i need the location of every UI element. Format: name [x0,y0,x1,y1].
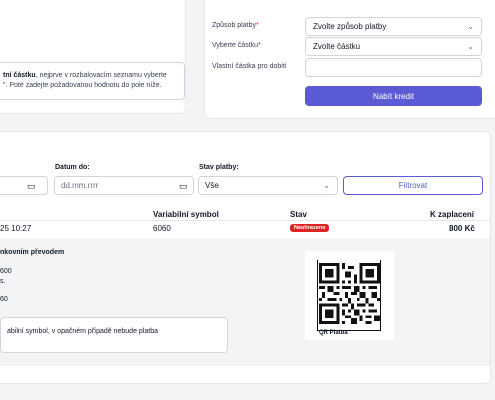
header-divider [0,220,491,221]
row-variable-symbol: 6060 [153,224,171,233]
detail-line-s: s. [0,278,6,285]
status-filter-label: Stav platby: [199,164,239,171]
qr-code-image [319,263,380,324]
payment-note: abilní symbol, v opačném případě nebude … [0,317,228,353]
qr-card: QR Platba [305,251,394,340]
detail-method-title: nkovním převodem [0,249,65,256]
payment-method-select[interactable]: Zvolte způsob platby ⌄ [305,17,482,36]
amount-label: Vyberte částku* [212,42,261,49]
status-filter-select[interactable]: Vše ⌄ [198,176,338,195]
calendar-icon[interactable]: ▭ [179,181,188,192]
detail-symbol: 60 [0,296,8,303]
amount-select[interactable]: Zvolte částku ⌄ [305,37,482,56]
info-line1: , nejprve v rozbalovacím seznamu vyberte [35,72,167,79]
charge-credit-button[interactable]: Nabít kredit [305,86,482,106]
date-from-input[interactable]: ▭ [0,176,48,195]
chevron-down-icon: ⌄ [467,42,474,51]
row-date: 25 10:27 [0,224,32,233]
status-badge: Neuhrazeno [290,224,330,232]
date-to-label: Datum do: [55,164,90,171]
calendar-icon[interactable]: ▭ [27,181,36,192]
chevron-down-icon: ⌄ [467,22,474,31]
payment-method-label: Způsob platby* [212,22,259,29]
detail-amount: 600 [0,268,12,275]
filter-button[interactable]: Filtrovat [343,176,483,195]
header-to-pay: K zaplacení [430,210,475,219]
header-status: Stav [290,210,307,219]
qr-label: QR Platba [319,330,348,336]
info-bold: tní částku [3,72,36,79]
chevron-down-icon: ⌄ [323,181,330,190]
header-variable-symbol: Variabilní symbol [153,210,219,219]
custom-amount-input[interactable] [305,58,482,77]
info-line2: ". Poté zadejte požadovanou hodnotu do p… [3,82,162,89]
payment-info-box: tní částku, nejprve v rozbalovacím sezna… [0,62,185,100]
row-to-pay: 800 Kč [449,224,475,233]
custom-amount-label: Vlastní částka pro dobití [212,63,287,70]
date-to-input[interactable]: dd.mm.rrrr ▭ [54,176,194,195]
